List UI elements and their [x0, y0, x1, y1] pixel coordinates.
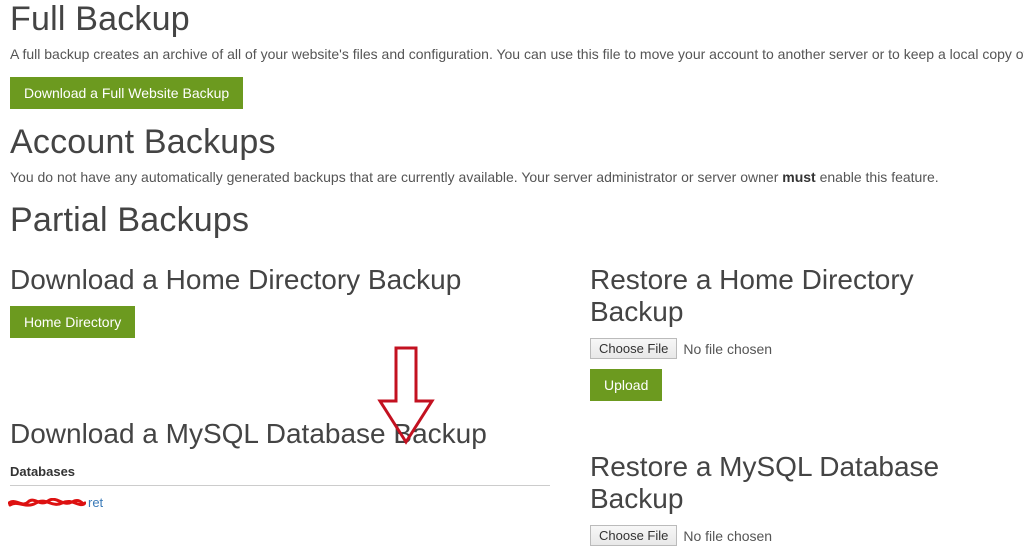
restore-home-title: Restore a Home Directory Backup [590, 264, 1010, 328]
download-home-title: Download a Home Directory Backup [10, 264, 550, 296]
restore-home-no-file: No file chosen [683, 341, 772, 357]
account-backups-desc-pre: You do not have any automatically genera… [10, 169, 782, 185]
database-link[interactable]: xxxxxxxxxxxxret [10, 495, 103, 510]
db-divider [10, 485, 550, 486]
download-db-title: Download a MySQL Database Backup [10, 418, 550, 450]
account-backups-desc-strong: must [782, 169, 815, 185]
redaction-scribble [8, 498, 86, 508]
full-backup-desc: A full backup creates an archive of all … [10, 45, 1014, 65]
restore-db-no-file: No file chosen [683, 528, 772, 544]
database-link-suffix: ret [88, 495, 103, 510]
download-full-backup-button[interactable]: Download a Full Website Backup [10, 77, 243, 109]
account-backups-desc-post: enable this feature. [816, 169, 939, 185]
account-backups-title: Account Backups [10, 123, 1014, 162]
restore-db-choose-file-button[interactable]: Choose File [590, 525, 677, 546]
restore-home-upload-button[interactable]: Upload [590, 369, 662, 401]
restore-home-choose-file-button[interactable]: Choose File [590, 338, 677, 359]
full-backup-title: Full Backup [10, 0, 1014, 39]
home-directory-button[interactable]: Home Directory [10, 306, 135, 338]
databases-label: Databases [10, 464, 550, 479]
partial-backups-title: Partial Backups [10, 201, 1014, 240]
restore-db-title: Restore a MySQL Database Backup [590, 451, 1010, 515]
account-backups-desc: You do not have any automatically genera… [10, 168, 1014, 188]
